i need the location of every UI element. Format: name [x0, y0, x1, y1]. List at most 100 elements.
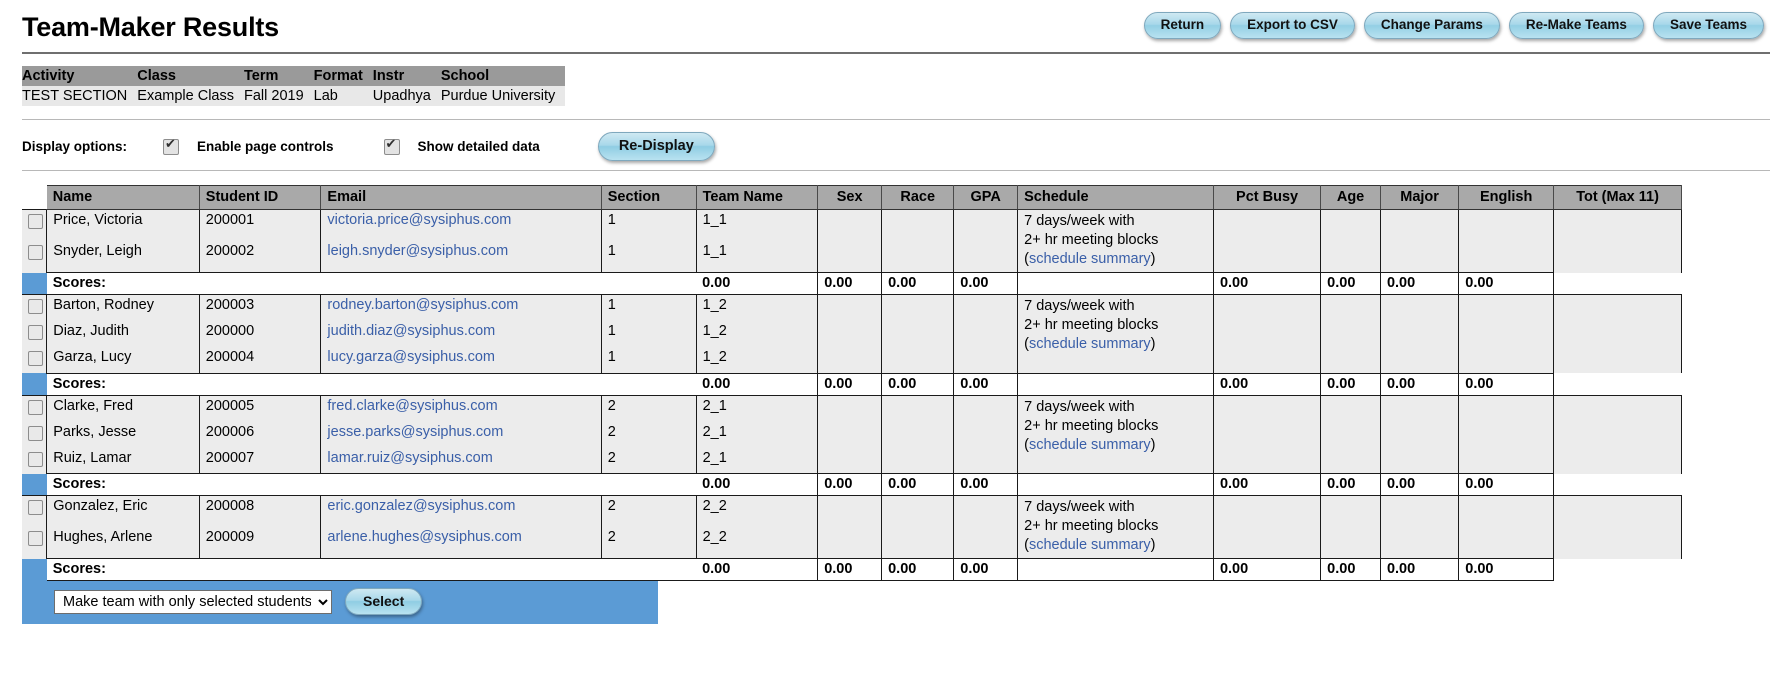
table-row: Hughes, Arlene200009arlene.hughes@sysiph…	[22, 527, 1682, 558]
section-cell: 2	[601, 496, 696, 528]
scores-pct-busy-value: 0.00	[1213, 373, 1320, 395]
tot-cell	[1554, 210, 1682, 242]
enable-page-controls-checkbox[interactable]	[163, 139, 179, 155]
gpa-cell	[954, 241, 1018, 272]
scores-race-value: 0.00	[882, 373, 954, 395]
scores-select-spacer	[22, 559, 47, 581]
student-email-link[interactable]: lamar.ruiz@sysiphus.com	[327, 450, 492, 466]
row-select-cell[interactable]	[22, 321, 47, 347]
row-select-cell[interactable]	[22, 295, 47, 322]
row-select-checkbox[interactable]	[28, 400, 43, 415]
scores-major-value: 0.00	[1380, 373, 1458, 395]
student-email-link[interactable]: judith.diaz@sysiphus.com	[327, 323, 495, 339]
display-options-bar: Display options: Enable page controls Sh…	[0, 120, 1792, 162]
schedule-summary-line: (schedule summary)	[1024, 536, 1207, 555]
student-id-cell: 200007	[199, 448, 321, 474]
english-cell	[1459, 210, 1554, 242]
row-select-cell[interactable]	[22, 210, 47, 242]
activity-info-value: Lab	[314, 86, 373, 106]
scores-team-value: 0.00	[696, 559, 818, 581]
team-action-select[interactable]: Make team with only selected students	[54, 590, 332, 614]
row-select-checkbox[interactable]	[28, 299, 43, 314]
scores-label: Scores:	[47, 373, 696, 395]
age-cell	[1321, 347, 1381, 373]
tot-cell	[1554, 527, 1682, 558]
sex-cell	[818, 210, 882, 242]
activity-info-value: Upadhya	[373, 86, 441, 106]
row-select-cell[interactable]	[22, 422, 47, 448]
show-detailed-data-checkbox[interactable]	[384, 139, 400, 155]
activity-info-header: School	[441, 66, 565, 86]
change-params-button[interactable]: Change Params	[1364, 12, 1500, 39]
schedule-summary-link[interactable]: schedule summary	[1029, 336, 1151, 352]
major-cell	[1380, 527, 1458, 558]
activity-info-value: Example Class	[137, 86, 244, 106]
team-scores-row: Scores:0.000.000.000.000.000.000.000.00	[22, 273, 1682, 295]
row-select-cell[interactable]	[22, 496, 47, 528]
scores-tot-value	[1554, 373, 1682, 395]
schedule-cell: 7 days/week with2+ hr meeting blocks(sch…	[1018, 295, 1214, 374]
pct-busy-cell	[1213, 210, 1320, 242]
activity-info-value: Purdue University	[441, 86, 565, 106]
student-id-cell: 200000	[199, 321, 321, 347]
section-cell: 1	[601, 241, 696, 272]
student-email-link[interactable]: arlene.hughes@sysiphus.com	[327, 529, 521, 545]
student-email-link[interactable]: rodney.barton@sysiphus.com	[327, 297, 518, 313]
student-email-link[interactable]: eric.gonzalez@sysiphus.com	[327, 498, 515, 514]
schedule-summary-link[interactable]: schedule summary	[1029, 251, 1151, 267]
activity-info-header: Instr	[373, 66, 441, 86]
row-select-checkbox[interactable]	[28, 245, 43, 260]
student-name-cell: Parks, Jesse	[47, 422, 200, 448]
column-header-race: Race	[882, 186, 954, 210]
return-button[interactable]: Return	[1144, 12, 1222, 39]
english-cell	[1459, 241, 1554, 272]
row-select-cell[interactable]	[22, 448, 47, 474]
activity-info-table: ActivityClassTermFormatInstrSchool TEST …	[22, 66, 565, 106]
row-select-cell[interactable]	[22, 241, 47, 272]
schedule-line-1: 7 days/week with	[1024, 212, 1207, 231]
row-select-checkbox[interactable]	[28, 531, 43, 546]
section-cell: 1	[601, 210, 696, 242]
age-cell	[1321, 496, 1381, 528]
student-email-link[interactable]: jesse.parks@sysiphus.com	[327, 424, 503, 440]
scores-label: Scores:	[47, 474, 696, 496]
team-name-cell: 2_2	[696, 496, 818, 528]
schedule-line-2: 2+ hr meeting blocks	[1024, 417, 1207, 436]
student-email-link[interactable]: lucy.garza@sysiphus.com	[327, 349, 495, 365]
row-select-checkbox[interactable]	[28, 214, 43, 229]
row-select-cell[interactable]	[22, 395, 47, 422]
tot-cell	[1554, 422, 1682, 448]
row-select-checkbox[interactable]	[28, 500, 43, 515]
select-button[interactable]: Select	[345, 588, 422, 615]
scores-sex-value: 0.00	[818, 373, 882, 395]
major-cell	[1380, 210, 1458, 242]
row-select-cell[interactable]	[22, 527, 47, 558]
student-email-link[interactable]: victoria.price@sysiphus.com	[327, 212, 511, 228]
activity-info-header: Class	[137, 66, 244, 86]
row-select-checkbox[interactable]	[28, 452, 43, 467]
student-id-cell: 200006	[199, 422, 321, 448]
re-display-button[interactable]: Re-Display	[598, 132, 715, 161]
re-make-teams-button[interactable]: Re-Make Teams	[1509, 12, 1644, 39]
sex-cell	[818, 347, 882, 373]
row-select-cell[interactable]	[22, 347, 47, 373]
student-email-link[interactable]: leigh.snyder@sysiphus.com	[327, 243, 508, 259]
team-name-cell: 2_1	[696, 422, 818, 448]
race-cell	[882, 395, 954, 422]
student-email-cell: rodney.barton@sysiphus.com	[321, 295, 601, 322]
scores-sex-value: 0.00	[818, 273, 882, 295]
scores-pct-busy-value: 0.00	[1213, 559, 1320, 581]
schedule-summary-link[interactable]: schedule summary	[1029, 437, 1151, 453]
export-to-csv-button[interactable]: Export to CSV	[1230, 12, 1355, 39]
row-select-checkbox[interactable]	[28, 426, 43, 441]
results-table-body: Price, Victoria200001victoria.price@sysi…	[22, 210, 1682, 581]
scores-gpa-value: 0.00	[954, 474, 1018, 496]
schedule-summary-link[interactable]: schedule summary	[1029, 537, 1151, 553]
save-teams-button[interactable]: Save Teams	[1653, 12, 1764, 39]
row-select-checkbox[interactable]	[28, 351, 43, 366]
activity-info-header: Term	[244, 66, 314, 86]
row-select-checkbox[interactable]	[28, 325, 43, 340]
student-email-link[interactable]: fred.clarke@sysiphus.com	[327, 398, 497, 414]
pct-busy-cell	[1213, 496, 1320, 528]
scores-race-value: 0.00	[882, 559, 954, 581]
